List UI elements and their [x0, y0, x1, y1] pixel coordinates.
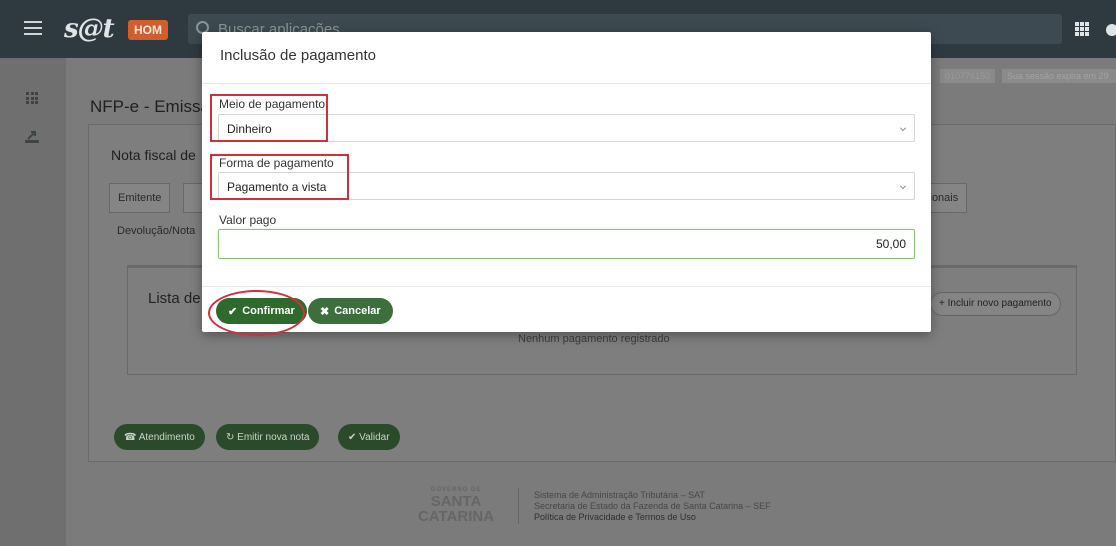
- hamburger-menu-icon[interactable]: [24, 21, 42, 35]
- chevron-down-icon: [900, 125, 906, 131]
- session-timer: Sua sessão expira em 29: [1002, 69, 1116, 83]
- payment-modal: Inclusão de pagamento Meio de pagamento …: [202, 32, 931, 336]
- check-icon: ✔: [228, 305, 238, 318]
- confirm-button[interactable]: ✔ Confirmar: [216, 298, 307, 324]
- santa-catarina-logo: GOVERNO DE SANTA CATARINA: [408, 486, 504, 524]
- forma-pagamento-select[interactable]: Pagamento a vista: [218, 172, 915, 200]
- tab-emitente[interactable]: Emitente: [109, 183, 171, 213]
- emitir-label: Emitir nova nota: [237, 431, 310, 443]
- sidebar-apps-icon[interactable]: [26, 92, 38, 104]
- logo-line1: SANTA: [430, 493, 482, 510]
- validar-button[interactable]: ✔ Validar: [338, 424, 400, 450]
- payment-list-title: Lista de: [148, 290, 201, 307]
- apps-grid-icon[interactable]: [1075, 22, 1089, 36]
- tab-devolucao[interactable]: Devolução/Nota: [109, 217, 203, 247]
- export-icon[interactable]: [24, 130, 40, 144]
- footer-divider: [518, 488, 519, 524]
- page-title: NFP-e - Emissão: [90, 97, 220, 116]
- emitir-nova-nota-button[interactable]: ↻ Emitir nova nota: [216, 424, 320, 450]
- atendimento-label: Atendimento: [138, 431, 195, 443]
- logo-line2: CATARINA: [417, 508, 495, 525]
- phone-icon: ☎: [124, 431, 137, 443]
- confirm-label: Confirmar: [242, 305, 295, 317]
- environment-badge: HOM: [128, 20, 168, 40]
- check-icon: ✔: [348, 431, 357, 443]
- user-icon[interactable]: [1106, 24, 1116, 36]
- meio-pagamento-value: Dinheiro: [227, 122, 272, 136]
- meio-pagamento-select[interactable]: Dinheiro: [218, 114, 915, 142]
- footer-line1: Sistema de Administração Tributária – SA…: [534, 490, 705, 500]
- cancel-button[interactable]: ✖ Cancelar: [308, 298, 393, 324]
- atendimento-button[interactable]: ☎ Atendimento: [114, 424, 205, 450]
- empty-payments-text: Nenhum pagamento registrado: [518, 333, 670, 345]
- card-title: Nota fiscal de: [111, 147, 196, 163]
- add-payment-button[interactable]: + Incluir novo pagamento: [930, 292, 1061, 316]
- user-code: 010776150: [940, 69, 996, 83]
- add-payment-label: Incluir novo pagamento: [947, 298, 1052, 309]
- close-icon: ✖: [320, 305, 330, 318]
- footer-text: Sistema de Administração Tributária – SA…: [534, 490, 771, 523]
- valor-pago-input[interactable]: [218, 229, 915, 259]
- tab-destinatario[interactable]: [183, 183, 203, 213]
- chevron-down-icon: [900, 183, 906, 189]
- forma-pagamento-label: Forma de pagamento: [219, 156, 334, 170]
- forma-pagamento-value: Pagamento a vista: [227, 180, 327, 194]
- validar-label: Validar: [359, 431, 390, 443]
- sat-logo[interactable]: s@t: [64, 14, 115, 44]
- modal-title: Inclusão de pagamento: [202, 32, 931, 84]
- valor-pago-label: Valor pago: [219, 213, 277, 227]
- cancel-label: Cancelar: [334, 305, 381, 317]
- privacy-link[interactable]: Política de Privacidade e Termos de Uso: [534, 512, 771, 523]
- modal-divider: [202, 286, 931, 287]
- meio-pagamento-label: Meio de pagamento: [219, 97, 326, 111]
- footer-line2: Secretaria de Estado da Fazenda de Santa…: [534, 501, 771, 511]
- refresh-icon: ↻: [226, 431, 235, 443]
- sidebar: [0, 58, 66, 546]
